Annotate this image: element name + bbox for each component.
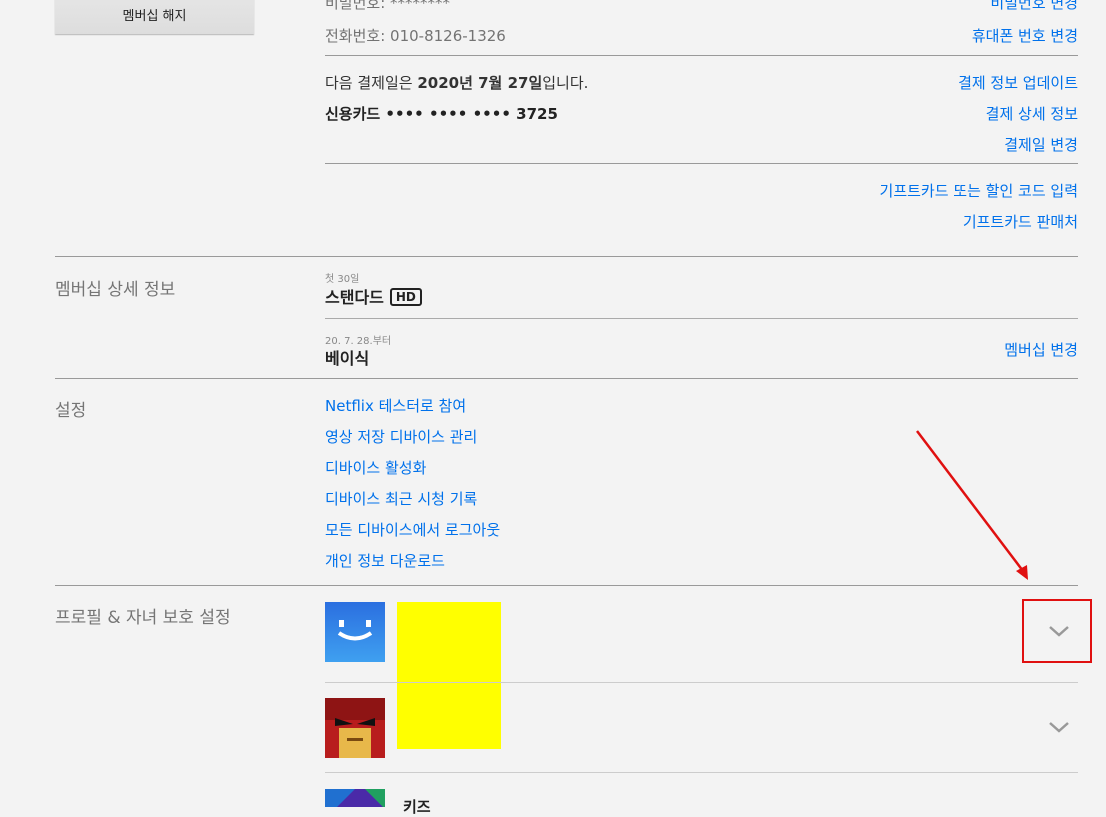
download-devices-link[interactable]: 영상 저장 디바이스 관리 xyxy=(325,426,477,447)
next-billing-post: 입니다. xyxy=(542,74,589,92)
change-phone-link[interactable]: 휴대폰 번호 변경 xyxy=(972,25,1078,46)
hd-badge: HD xyxy=(389,288,422,306)
divider xyxy=(325,55,1078,56)
test-participation-link[interactable]: Netflix 테스터로 참여 xyxy=(325,395,466,416)
profile-avatar-kids[interactable] xyxy=(325,789,385,807)
smiley-blue-avatar-icon xyxy=(325,602,385,662)
first-period-note: 첫 30일 xyxy=(325,274,360,285)
update-payment-link[interactable]: 결제 정보 업데이트 xyxy=(958,72,1078,93)
phone-label: 전화번호: 010-8126-1326 xyxy=(325,27,506,45)
next-billing-text: 다음 결제일은 2020년 7월 27일입니다. xyxy=(325,72,588,93)
profile-avatar-smiley[interactable] xyxy=(325,602,385,662)
divider xyxy=(325,682,1078,683)
divider xyxy=(325,318,1078,319)
section-divider xyxy=(55,256,1078,257)
divider xyxy=(325,772,1078,773)
credit-card-label: 신용카드 •••• •••• •••• 3725 xyxy=(325,105,558,123)
purple-avatar-icon xyxy=(325,789,385,807)
change-plan-link[interactable]: 멤버십 변경 xyxy=(1004,339,1078,360)
recent-streaming-link[interactable]: 디바이스 최근 시청 기록 xyxy=(325,488,477,509)
change-password-link[interactable]: 비밀번호 변경 xyxy=(990,0,1078,13)
gift-sellers-link[interactable]: 기프트카드 판매처 xyxy=(963,211,1078,232)
annotation-arrow-icon xyxy=(916,430,1028,580)
cancel-membership-button[interactable]: 멤버십 해지 xyxy=(55,0,254,34)
divider xyxy=(325,163,1078,164)
redacted-block xyxy=(397,602,501,749)
download-personal-info-link[interactable]: 개인 정보 다운로드 xyxy=(325,550,445,571)
chevron-down-icon[interactable] xyxy=(1048,718,1069,736)
current-plan: 스탠다드 HD xyxy=(325,284,422,308)
settings-section-title: 설정 xyxy=(55,401,87,421)
profiles-section-title: 프로필 & 자녀 보호 설정 xyxy=(55,608,231,628)
next-billing-pre: 다음 결제일은 xyxy=(325,74,418,92)
section-divider xyxy=(55,378,1078,379)
profile-avatar-red[interactable] xyxy=(325,698,385,758)
red-character-avatar-icon xyxy=(325,698,385,758)
gift-code-link[interactable]: 기프트카드 또는 할인 코드 입력 xyxy=(880,180,1078,201)
change-billing-day-link[interactable]: 결제일 변경 xyxy=(1004,134,1078,155)
next-billing-date: 2020년 7월 27일 xyxy=(417,74,543,92)
chevron-down-icon[interactable] xyxy=(1048,622,1069,640)
password-label: 비밀번호: ******** xyxy=(325,0,451,12)
next-plan: 베이식 xyxy=(325,349,370,368)
activate-device-link[interactable]: 디바이스 활성화 xyxy=(325,457,426,478)
billing-details-link[interactable]: 결제 상세 정보 xyxy=(986,103,1078,124)
current-plan-name: 스탠다드 xyxy=(325,288,384,307)
plan-section-title: 멤버십 상세 정보 xyxy=(55,280,176,300)
sign-out-all-link[interactable]: 모든 디바이스에서 로그아웃 xyxy=(325,519,500,540)
